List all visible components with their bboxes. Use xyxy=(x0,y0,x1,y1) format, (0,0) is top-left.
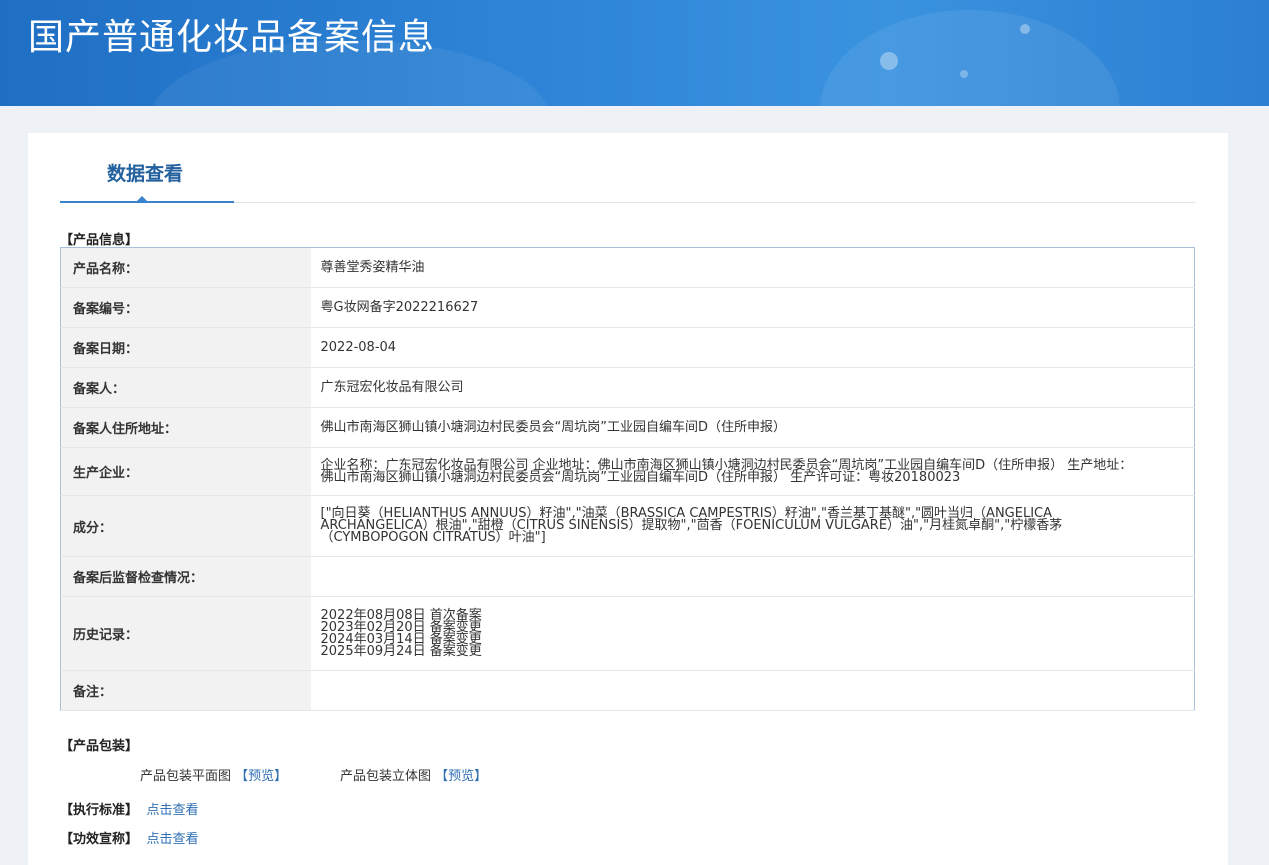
row-label: 备案人： xyxy=(60,367,311,408)
header-banner: 国产普通化妆品备案信息 xyxy=(0,0,1269,106)
row-value: 2022-08-04 xyxy=(310,327,1195,368)
section-standard-label: 【执行标准】 xyxy=(60,803,139,818)
banner-decoration xyxy=(960,70,968,78)
row-label: 历史记录： xyxy=(60,596,311,671)
row-value: 佛山市南海区狮山镇小塘洞边村民委员会“周坑岗”工业园自编车间D（住所申报） xyxy=(310,407,1195,448)
packaging-flat: 产品包装平面图 【预览】 xyxy=(140,765,287,784)
row-value: 广东冠宏化妆品有限公司 xyxy=(310,367,1195,408)
section-standard: 【执行标准】 点击查看 xyxy=(60,799,199,818)
tab-data-view[interactable]: 数据查看 xyxy=(60,133,234,203)
table-row: 成分： ["向日葵（HELIANTHUS ANNUUS）籽油","油菜（BRAS… xyxy=(60,495,1195,557)
table-row: 产品名称： 尊善堂秀姿精华油 xyxy=(60,247,1195,288)
row-label: 备注： xyxy=(60,670,311,711)
standard-view-link[interactable]: 点击查看 xyxy=(147,803,199,818)
history-entry: 2025年09月24日 备案变更 xyxy=(320,643,482,659)
history-list: 2022年08月08日 首次备案 2023年02月20日 备案变更 2024年0… xyxy=(310,596,1195,671)
section-efficacy-label: 【功效宣称】 xyxy=(60,832,139,847)
row-label: 产品名称： xyxy=(60,247,311,288)
table-row: 备案编号： 粤G妆网备字2022216627 xyxy=(60,287,1195,328)
tab-label: 数据查看 xyxy=(106,163,183,185)
packaging-flat-preview-link[interactable]: 【预览】 xyxy=(235,769,287,784)
content-card: 数据查看 【产品信息】 产品名称： 尊善堂秀姿精华油 备案编号： 粤G妆网备字2… xyxy=(28,133,1228,865)
packaging-solid: 产品包装立体图 【预览】 xyxy=(340,765,487,784)
page-title: 国产普通化妆品备案信息 xyxy=(28,17,436,58)
banner-decoration xyxy=(1020,24,1030,34)
packaging-solid-preview-link[interactable]: 【预览】 xyxy=(435,769,487,784)
row-value xyxy=(310,670,1195,711)
table-row: 历史记录： 2022年08月08日 首次备案 2023年02月20日 备案变更 … xyxy=(60,596,1195,671)
row-label: 备案编号： xyxy=(60,287,311,328)
row-value: 尊善堂秀姿精华油 xyxy=(310,247,1195,288)
table-row: 生产企业： 企业名称：广东冠宏化妆品有限公司 企业地址：佛山市南海区狮山镇小塘洞… xyxy=(60,447,1195,496)
banner-decoration xyxy=(820,10,1120,106)
row-label: 备案后监督检查情况： xyxy=(60,556,311,597)
banner-decoration xyxy=(880,52,898,70)
tab-active-indicator xyxy=(136,196,148,202)
row-label: 备案日期： xyxy=(60,327,311,368)
section-product-info: 【产品信息】 xyxy=(60,233,139,248)
table-row: 备注： xyxy=(60,670,1195,711)
row-value: 企业名称：广东冠宏化妆品有限公司 企业地址：佛山市南海区狮山镇小塘洞边村民委员会… xyxy=(310,447,1195,496)
packaging-flat-label: 产品包装平面图 xyxy=(140,769,232,784)
packaging-solid-label: 产品包装立体图 xyxy=(340,769,432,784)
row-label: 备案人住所地址： xyxy=(60,407,311,448)
table-row: 备案人： 广东冠宏化妆品有限公司 xyxy=(60,367,1195,408)
row-label: 生产企业： xyxy=(60,447,311,496)
section-packaging: 【产品包装】 xyxy=(60,739,139,754)
row-label: 成分： xyxy=(60,495,311,557)
section-efficacy: 【功效宣称】 点击查看 xyxy=(60,828,199,847)
tab-bar: 数据查看 xyxy=(60,133,1195,203)
efficacy-view-link[interactable]: 点击查看 xyxy=(147,832,199,847)
table-row: 备案日期： 2022-08-04 xyxy=(60,327,1195,368)
row-value: 粤G妆网备字2022216627 xyxy=(310,287,1195,328)
table-row: 备案人住所地址： 佛山市南海区狮山镇小塘洞边村民委员会“周坑岗”工业园自编车间D… xyxy=(60,407,1195,448)
product-info-table: 产品名称： 尊善堂秀姿精华油 备案编号： 粤G妆网备字2022216627 备案… xyxy=(60,247,1195,711)
row-value xyxy=(310,556,1195,597)
row-value: ["向日葵（HELIANTHUS ANNUUS）籽油","油菜（BRASSICA… xyxy=(310,495,1195,557)
table-row: 备案后监督检查情况： xyxy=(60,556,1195,597)
